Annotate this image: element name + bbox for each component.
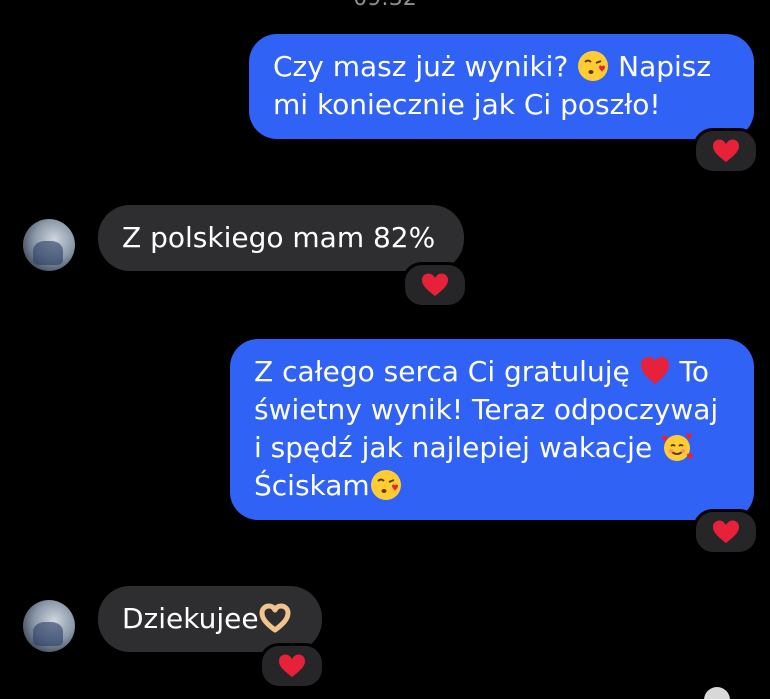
heart-reaction-icon [712,139,740,163]
sent-message-bubble[interactable]: Z całego serca Ci gratuluję To świetny w… [230,339,754,520]
message-reaction[interactable] [693,128,759,174]
chat-thread: 09:32 Czy masz już wyniki? Napisz mi kon… [0,0,770,699]
sent-message-bubble[interactable]: Czy masz już wyniki? Napisz mi konieczni… [249,34,754,139]
heart-reaction-icon [712,520,740,544]
message-text: Dziekujee [122,602,259,635]
message-reaction[interactable] [693,509,759,555]
received-message-bubble[interactable]: Z polskiego mam 82% [98,205,464,271]
message-reaction[interactable] [402,262,468,308]
red-heart-emoji-icon [639,355,671,387]
kissing-heart-emoji-icon [370,469,402,501]
message-text: Czy masz już wyniki? [273,50,578,83]
message-reaction[interactable] [259,643,325,689]
message-text: Z polskiego mam 82% [122,221,436,254]
message-text: Z całego serca Ci gratuluję [254,355,639,388]
kissing-heart-emoji-icon [577,50,609,82]
message-text: Ściskam [254,469,370,502]
contact-avatar[interactable] [23,600,75,652]
read-receipt-avatar [704,687,730,699]
message-timestamp: 09:32 [0,0,770,11]
heart-reaction-icon [421,273,449,297]
contact-avatar[interactable] [23,219,75,271]
heart-reaction-icon [278,654,306,678]
smiling-hearts-emoji-icon [661,431,694,463]
heart-hands-emoji-icon [259,602,291,634]
